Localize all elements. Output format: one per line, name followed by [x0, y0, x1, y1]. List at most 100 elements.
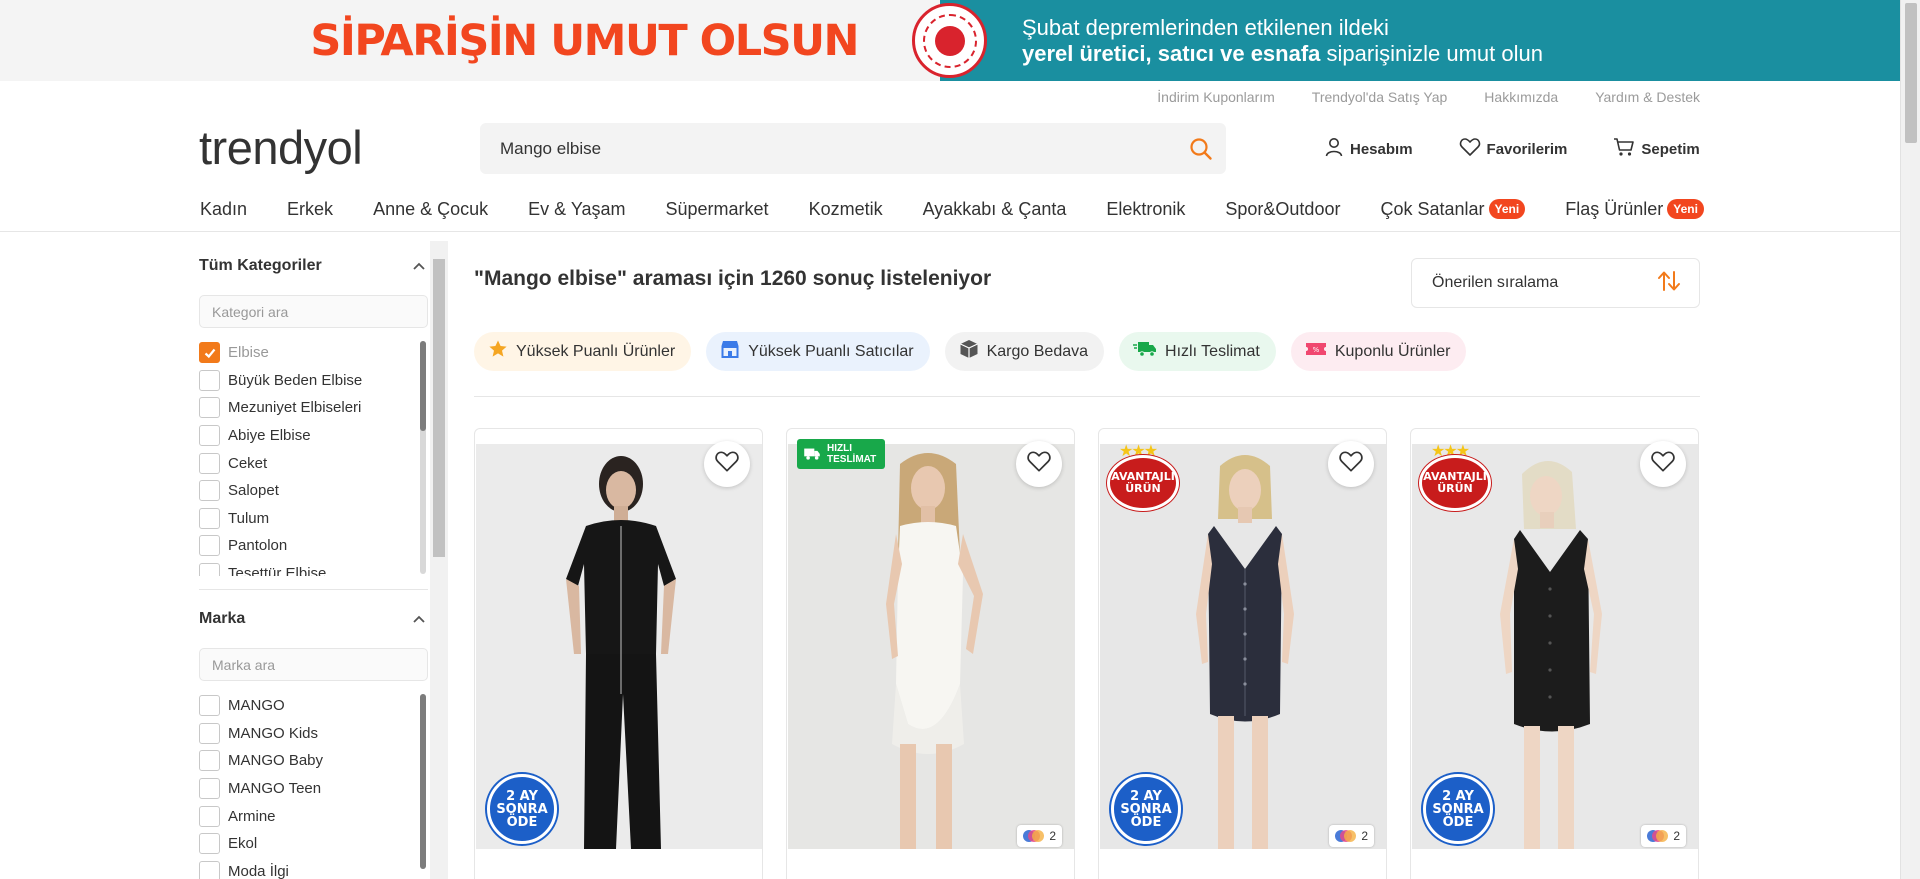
color-options[interactable]: 2	[1641, 825, 1686, 847]
sticker-label: AVANTAJLI ÜRÜN	[1419, 455, 1491, 511]
nav-item-elektronik[interactable]: Elektronik	[1106, 196, 1185, 222]
favorites-button[interactable]: Favorilerim	[1459, 137, 1567, 161]
category-option[interactable]: Tulum	[199, 505, 419, 533]
category-option[interactable]: Pantolon	[199, 532, 419, 560]
category-option[interactable]: Tesettür Elbise	[199, 560, 419, 576]
brand-option[interactable]: Moda İlgi	[199, 858, 419, 879]
checkbox[interactable]	[199, 369, 220, 391]
chevron-up-icon[interactable]	[412, 612, 426, 626]
top-link-about[interactable]: Hakkımızda	[1484, 89, 1558, 105]
category-option[interactable]: Abiye Elbise	[199, 422, 419, 450]
product-card[interactable]: ★★★ AVANTAJLI ÜRÜN 2 AY SONRA ÖDE 2	[1098, 428, 1387, 879]
checkbox[interactable]	[199, 778, 220, 800]
sticker-label: AVANTAJLI ÜRÜN	[1107, 455, 1179, 511]
account-button[interactable]: Hesabım	[1324, 137, 1413, 161]
search-input[interactable]	[500, 138, 1175, 159]
checkbox[interactable]	[199, 480, 220, 502]
page-scrollbar[interactable]	[1900, 0, 1920, 879]
pay-later-sticker: 2 AY SONRA ÖDE	[487, 774, 557, 844]
color-count: 2	[1049, 829, 1056, 843]
product-card[interactable]: HIZLI TESLİMAT 2	[786, 428, 1075, 879]
brand-option[interactable]: MANGO Teen	[199, 775, 419, 803]
checkbox[interactable]	[199, 722, 220, 744]
top-link-sell[interactable]: Trendyol'da Satış Yap	[1312, 89, 1448, 105]
checkbox[interactable]	[199, 452, 220, 474]
nav-item-ev-yasam[interactable]: Ev & Yaşam	[528, 196, 625, 222]
product-card[interactable]: ★★★ AVANTAJLI ÜRÜN 2 AY SONRA ÖDE 2	[1410, 428, 1699, 879]
brand-option[interactable]: MANGO Kids	[199, 720, 419, 748]
cart-icon	[1613, 137, 1635, 161]
top-link-help[interactable]: Yardım & Destek	[1595, 89, 1700, 105]
trendyol-logo[interactable]: trendyol	[199, 120, 363, 176]
nav-item-flas-urunler[interactable]: Flaş Ürünler Yeni	[1565, 196, 1704, 222]
category-option-elbise[interactable]: Elbise	[199, 339, 419, 367]
search-bar[interactable]	[480, 123, 1226, 174]
brand-search-input[interactable]: Marka ara	[199, 648, 428, 681]
cart-button[interactable]: Sepetim	[1613, 137, 1700, 161]
color-options[interactable]: 2	[1329, 825, 1374, 847]
scroll-thumb[interactable]	[420, 694, 426, 869]
checkbox[interactable]	[199, 860, 220, 879]
chip-coupon-products[interactable]: % Kuponlu Ürünler	[1290, 332, 1467, 371]
fast-delivery-sticker: HIZLI TESLİMAT	[797, 439, 885, 469]
checkbox[interactable]	[199, 535, 220, 557]
checkbox[interactable]	[199, 397, 220, 419]
category-list-scrollbar[interactable]	[420, 341, 426, 574]
checkbox[interactable]	[199, 695, 220, 717]
sort-label: Önerilen sıralama	[1432, 274, 1559, 291]
nav-item-supermarket[interactable]: Süpermarket	[666, 196, 769, 222]
favorite-button[interactable]	[704, 441, 750, 487]
option-label: MANGO Baby	[228, 752, 324, 770]
top-link-coupons[interactable]: İndirim Kuponlarım	[1157, 89, 1275, 105]
category-search-input[interactable]: Kategori ara	[199, 295, 428, 328]
color-options[interactable]: 2	[1017, 825, 1062, 847]
search-icon[interactable]	[1175, 123, 1226, 174]
checkbox[interactable]	[199, 342, 220, 364]
chevron-up-icon[interactable]	[412, 259, 426, 273]
top-links: İndirim Kuponlarım Trendyol'da Satış Yap…	[1157, 89, 1700, 105]
checkbox[interactable]	[199, 425, 220, 447]
brand-list-scrollbar[interactable]	[420, 694, 426, 869]
favorite-button[interactable]	[1328, 441, 1374, 487]
nav-item-erkek[interactable]: Erkek	[287, 196, 333, 222]
checkbox[interactable]	[199, 805, 220, 827]
scroll-thumb[interactable]	[420, 341, 426, 431]
nav-item-cok-satanlar[interactable]: Çok Satanlar Yeni	[1380, 196, 1526, 222]
nav-item-anne-cocuk[interactable]: Anne & Çocuk	[373, 196, 488, 222]
category-option[interactable]: Ceket	[199, 449, 419, 477]
chip-fast-delivery[interactable]: Hızlı Teslimat	[1119, 332, 1276, 371]
sidebar-scroll-thumb[interactable]	[433, 259, 445, 557]
sidebar-scrollbar[interactable]	[430, 241, 448, 879]
product-image[interactable]	[788, 444, 1074, 849]
category-option[interactable]: Mezuniyet Elbiseleri	[199, 394, 419, 422]
brand-filter-title[interactable]: Marka	[199, 610, 245, 628]
checkbox[interactable]	[199, 563, 220, 576]
checkbox[interactable]	[199, 750, 220, 772]
product-card[interactable]: 2 AY SONRA ÖDE	[474, 428, 763, 879]
chip-free-shipping[interactable]: Kargo Bedava	[944, 332, 1105, 371]
nav-item-ayakkabi-canta[interactable]: Ayakkabı & Çanta	[923, 196, 1067, 222]
brand-option[interactable]: MANGO Baby	[199, 747, 419, 775]
chip-top-rated-sellers[interactable]: Yüksek Puanlı Satıcılar	[706, 332, 930, 371]
nav-item-spor-outdoor[interactable]: Spor&Outdoor	[1225, 196, 1340, 222]
page-scroll-thumb[interactable]	[1905, 3, 1917, 143]
category-option[interactable]: Büyük Beden Elbise	[199, 367, 419, 395]
checkbox[interactable]	[199, 833, 220, 855]
chip-top-rated-products[interactable]: Yüksek Puanlı Ürünler	[474, 332, 692, 371]
account-label: Hesabım	[1350, 140, 1413, 158]
promo-banner[interactable]: SİPARİŞİN UMUT OLSUN Şubat depremlerinde…	[0, 0, 1900, 81]
option-label: Ceket	[228, 454, 268, 472]
favorite-button[interactable]	[1640, 441, 1686, 487]
checkbox[interactable]	[199, 507, 220, 529]
favorite-button[interactable]	[1016, 441, 1062, 487]
sidebar-divider	[199, 589, 428, 590]
brand-option[interactable]: Ekol	[199, 830, 419, 858]
category-option[interactable]: Salopet	[199, 477, 419, 505]
category-filter-title[interactable]: Tüm Kategoriler	[199, 257, 322, 275]
sort-select[interactable]: Önerilen sıralama	[1411, 258, 1700, 308]
nav-item-kadin[interactable]: Kadın	[200, 196, 247, 222]
nav-item-kozmetik[interactable]: Kozmetik	[809, 196, 883, 222]
color-swatch-icon	[1023, 830, 1045, 842]
brand-option[interactable]: Armine	[199, 802, 419, 830]
brand-option[interactable]: MANGO	[199, 692, 419, 720]
